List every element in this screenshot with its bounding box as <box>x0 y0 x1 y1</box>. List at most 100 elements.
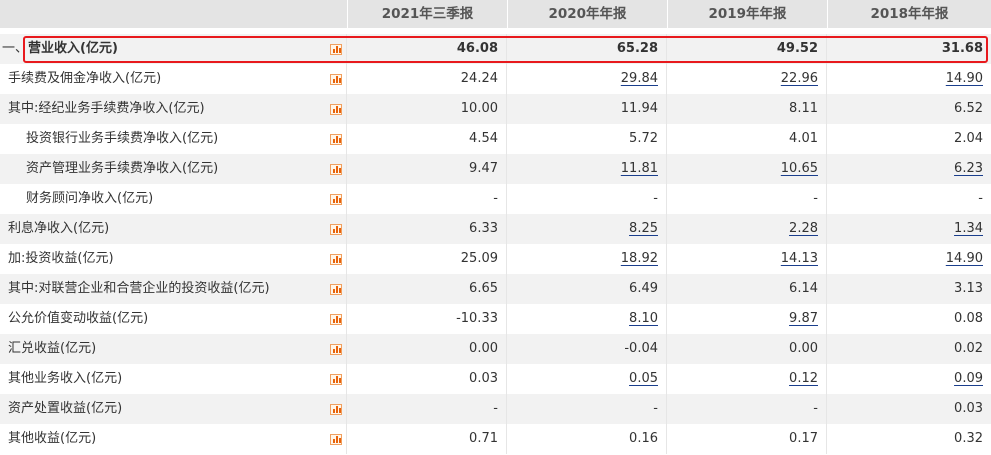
row-label: 其他收益(亿元) <box>0 424 347 454</box>
value-cell: - <box>347 184 507 214</box>
row-label: 资产管理业务手续费净收入(亿元) <box>0 154 347 184</box>
value-link[interactable]: 0.09 <box>954 371 983 386</box>
value-cell: - <box>347 394 507 424</box>
row-label: 其中:对联营企业和合营企业的投资收益(亿元) <box>0 274 347 304</box>
value-text: 0.02 <box>954 341 983 356</box>
value-link[interactable]: 9.87 <box>789 311 818 326</box>
value-link[interactable]: 1.34 <box>954 221 983 236</box>
bar-chart-icon[interactable] <box>330 194 342 205</box>
value-link[interactable]: 18.92 <box>621 251 658 266</box>
value-cell: 4.54 <box>347 124 507 154</box>
value-cell: - <box>667 184 827 214</box>
value-cell: 29.84 <box>507 64 667 94</box>
row-label: 其中:经纪业务手续费净收入(亿元) <box>0 94 347 124</box>
row-prefix: 一、 <box>2 41 29 56</box>
value-cell: 0.00 <box>667 334 827 364</box>
bar-chart-icon[interactable] <box>330 434 342 445</box>
value-text: 6.33 <box>469 221 498 236</box>
value-link[interactable]: 6.23 <box>954 161 983 176</box>
value-cell: -10.33 <box>347 304 507 334</box>
table-header: 2021年三季报 2020年年报 2019年年报 2018年年报 <box>0 0 991 28</box>
value-cell: 0.03 <box>347 364 507 394</box>
value-text: 0.00 <box>789 341 818 356</box>
value-text: - <box>978 191 983 206</box>
value-link[interactable]: 14.90 <box>946 71 983 86</box>
value-cell: - <box>507 394 667 424</box>
row-label-text: 手续费及佣金净收入(亿元) <box>8 71 162 86</box>
row-label: 汇兑收益(亿元) <box>0 334 347 364</box>
bar-chart-icon[interactable] <box>330 44 342 55</box>
table-row: 加:投资收益(亿元) 25.09 18.92 14.13 14.90 <box>0 244 991 274</box>
value-cell: 11.94 <box>507 94 667 124</box>
header-blank <box>0 0 347 28</box>
row-label: 利息净收入(亿元) <box>0 214 347 244</box>
value-text: 65.28 <box>616 41 658 56</box>
row-label-text: 财务顾问净收入(亿元) <box>26 191 154 206</box>
value-cell: 6.14 <box>667 274 827 304</box>
bar-chart-icon[interactable] <box>330 224 342 235</box>
table-row: 公允价值变动收益(亿元) -10.33 8.10 9.87 0.08 <box>0 304 991 334</box>
bar-chart-icon[interactable] <box>330 284 342 295</box>
value-cell: 8.11 <box>667 94 827 124</box>
bar-chart-icon[interactable] <box>330 74 342 85</box>
value-text: 4.01 <box>789 131 818 146</box>
value-link[interactable]: 0.12 <box>789 371 818 386</box>
table-row: 投资银行业务手续费净收入(亿元) 4.54 5.72 4.01 2.04 <box>0 124 991 154</box>
value-text: 0.17 <box>789 431 818 446</box>
value-link[interactable]: 14.90 <box>946 251 983 266</box>
financial-table: 一、营业收入(亿元) 46.08 65.28 49.52 31.68 手续费及佣金净收入(… <box>0 34 991 454</box>
table-row: 其他业务收入(亿元) 0.03 0.05 0.12 0.09 <box>0 364 991 394</box>
bar-chart-icon[interactable] <box>330 404 342 415</box>
bar-chart-icon[interactable] <box>330 254 342 265</box>
column-header[interactable]: 2019年年报 <box>667 0 827 28</box>
bar-chart-icon[interactable] <box>330 374 342 385</box>
value-link[interactable]: 29.84 <box>621 71 658 86</box>
row-label: 加:投资收益(亿元) <box>0 244 347 274</box>
value-link[interactable]: 22.96 <box>781 71 818 86</box>
bar-chart-icon[interactable] <box>330 164 342 175</box>
value-cell: 9.87 <box>667 304 827 334</box>
row-label: 其他业务收入(亿元) <box>0 364 347 394</box>
value-cell: 31.68 <box>827 34 991 64</box>
bar-chart-icon[interactable] <box>330 104 342 115</box>
value-cell: 4.01 <box>667 124 827 154</box>
value-text: 31.68 <box>941 41 983 56</box>
table-row: 汇兑收益(亿元) 0.00 -0.04 0.00 0.02 <box>0 334 991 364</box>
value-link[interactable]: 0.05 <box>629 371 658 386</box>
value-cell: 0.32 <box>827 424 991 454</box>
row-label-text: 营业收入(亿元) <box>28 41 118 56</box>
value-link[interactable]: 8.10 <box>629 311 658 326</box>
column-header[interactable]: 2021年三季报 <box>347 0 507 28</box>
value-text: - <box>653 191 658 206</box>
row-label: 一、营业收入(亿元) <box>0 34 347 64</box>
bar-chart-icon[interactable] <box>330 344 342 355</box>
value-cell: 0.00 <box>347 334 507 364</box>
value-cell: 6.65 <box>347 274 507 304</box>
value-cell: 0.17 <box>667 424 827 454</box>
bar-chart-icon[interactable] <box>330 314 342 325</box>
value-link[interactable]: 14.13 <box>781 251 818 266</box>
value-cell: - <box>667 394 827 424</box>
row-label-text: 投资银行业务手续费净收入(亿元) <box>26 131 219 146</box>
column-header[interactable]: 2018年年报 <box>827 0 991 28</box>
value-link[interactable]: 10.65 <box>781 161 818 176</box>
value-text: 3.13 <box>954 281 983 296</box>
value-link[interactable]: 8.25 <box>629 221 658 236</box>
value-cell: 18.92 <box>507 244 667 274</box>
value-text: 25.09 <box>460 251 498 266</box>
value-cell: 0.03 <box>827 394 991 424</box>
value-cell: 10.65 <box>667 154 827 184</box>
value-text: -0.04 <box>624 341 658 356</box>
column-header[interactable]: 2020年年报 <box>507 0 667 28</box>
value-link[interactable]: 11.81 <box>621 161 658 176</box>
value-cell: 8.10 <box>507 304 667 334</box>
row-label-text: 资产处置收益(亿元) <box>8 401 123 416</box>
value-cell: 46.08 <box>347 34 507 64</box>
value-text: 0.03 <box>469 371 498 386</box>
value-cell: 2.28 <box>667 214 827 244</box>
table-row: 财务顾问净收入(亿元) - - - - <box>0 184 991 214</box>
bar-chart-icon[interactable] <box>330 134 342 145</box>
value-text: - <box>813 191 818 206</box>
value-link[interactable]: 2.28 <box>789 221 818 236</box>
value-text: 2.04 <box>954 131 983 146</box>
